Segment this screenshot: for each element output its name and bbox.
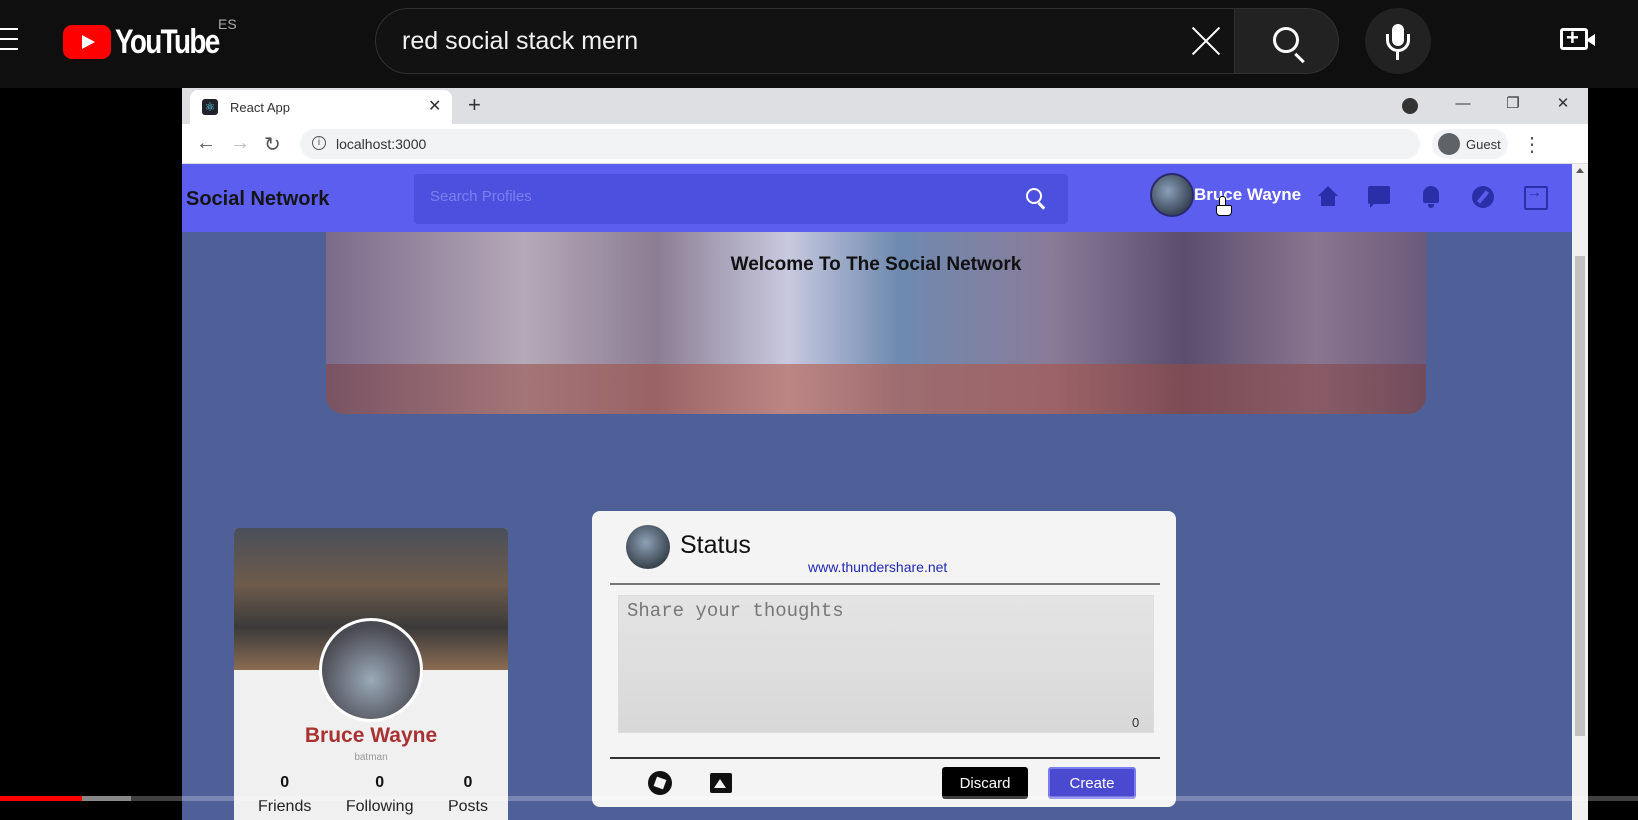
profile-search-input[interactable] (430, 188, 990, 205)
search-icon (1273, 27, 1299, 53)
youtube-logo[interactable]: YouTube (63, 22, 241, 61)
hand-cursor-icon (1216, 196, 1232, 216)
create-button[interactable]: Create (1048, 767, 1136, 799)
avatar (1150, 173, 1194, 217)
account-icon (1438, 133, 1460, 155)
menu-icon[interactable] (0, 28, 18, 52)
browser-toolbar: ← → ↻ i localhost:3000 Guest ⋮ (182, 124, 1588, 164)
tab-title: React App (230, 100, 290, 115)
banner-title: Welcome To The Social Network (730, 254, 1022, 275)
page-scrollbar[interactable] (1572, 164, 1588, 820)
scrollbar-thumb[interactable] (1575, 256, 1585, 736)
played-bar (0, 796, 82, 801)
profile-label: Guest (1466, 137, 1501, 152)
camera-aperture-icon[interactable] (648, 771, 672, 795)
chat-icon[interactable] (1368, 186, 1392, 210)
stat-friends[interactable]: 0 Friends (258, 774, 311, 816)
url-text: localhost:3000 (336, 136, 427, 152)
logout-icon[interactable] (1524, 184, 1548, 210)
voice-search-button[interactable] (1365, 8, 1431, 74)
browser-tabstrip: ⚛ React App ✕ + — ❐ ✕ (182, 88, 1588, 124)
char-count: 0 (1132, 715, 1140, 730)
back-icon[interactable]: ← (196, 132, 216, 155)
address-bar[interactable]: i localhost:3000 (300, 129, 1420, 159)
search-button[interactable] (1234, 8, 1339, 74)
country-code: ES (218, 16, 237, 32)
youtube-search-input[interactable]: red social stack mern (375, 8, 1240, 74)
recorded-browser-window: ⚛ React App ✕ + — ❐ ✕ ← → ↻ i localhost:… (182, 88, 1588, 820)
app-brand[interactable]: Social Network (186, 188, 329, 211)
status-title: Status (680, 531, 751, 559)
status-composer: Status www.thundershare.net 0 Discard Cr… (592, 511, 1176, 807)
explore-icon[interactable] (1472, 186, 1496, 210)
stat-following[interactable]: 0 Following (346, 774, 414, 816)
profile-button[interactable]: Guest (1432, 129, 1508, 159)
create-video-icon[interactable] (1560, 25, 1595, 51)
react-favicon-icon: ⚛ (202, 99, 218, 115)
youtube-play-icon (63, 25, 111, 59)
social-network-app: Social Network Bruce Wayne Welcome To Th… (182, 164, 1572, 820)
browser-tab[interactable]: ⚛ React App ✕ (190, 90, 452, 124)
tab-search-icon[interactable] (1402, 98, 1418, 114)
close-tab-icon[interactable]: ✕ (428, 96, 441, 116)
profile-search (414, 174, 1068, 224)
search-query: red social stack mern (402, 27, 639, 55)
scroll-up-icon[interactable] (1576, 168, 1584, 173)
home-icon[interactable] (1316, 186, 1340, 210)
nav-user-name: Bruce Wayne (1194, 185, 1302, 204)
more-menu-icon[interactable]: ⋮ (1522, 132, 1542, 157)
video-progress-bar[interactable] (0, 796, 1638, 801)
search-icon[interactable] (1026, 188, 1042, 204)
profile-handle: batman (354, 752, 388, 763)
close-window-icon[interactable]: ✕ (1538, 88, 1588, 124)
window-controls: — ❐ ✕ (1402, 88, 1588, 124)
new-tab-icon[interactable]: + (468, 92, 481, 118)
discard-button[interactable]: Discard (942, 767, 1028, 799)
profile-stats: 0 Friends 0 Following 0 Posts (258, 774, 488, 816)
profile-name[interactable]: Bruce Wayne (234, 724, 508, 748)
video-player[interactable]: ⚛ React App ✕ + — ❐ ✕ ← → ↻ i localhost:… (0, 88, 1638, 820)
notifications-icon[interactable] (1420, 186, 1444, 210)
divider (610, 583, 1160, 585)
youtube-wordmark: YouTube (115, 22, 220, 61)
minimize-icon[interactable]: — (1438, 88, 1488, 124)
profile-card: Bruce Wayne batman 0 Friends 0 Following… (234, 528, 508, 820)
status-textarea[interactable] (618, 595, 1154, 733)
stat-posts[interactable]: 0 Posts (448, 774, 488, 816)
reload-icon[interactable]: ↻ (264, 132, 281, 157)
divider (610, 757, 1160, 759)
restore-icon[interactable]: ❐ (1488, 88, 1538, 124)
image-icon[interactable] (710, 773, 732, 793)
avatar (626, 525, 670, 569)
welcome-banner: Welcome To The Social Network (326, 232, 1426, 414)
forward-icon[interactable]: → (230, 132, 250, 155)
site-info-icon[interactable]: i (312, 136, 326, 150)
clear-search-icon[interactable] (1187, 22, 1225, 60)
app-navbar: Social Network Bruce Wayne (182, 164, 1572, 232)
profile-picture[interactable] (319, 618, 423, 722)
watermark-link[interactable]: www.thundershare.net (808, 559, 947, 575)
youtube-header: YouTube ES red social stack mern (0, 0, 1638, 88)
